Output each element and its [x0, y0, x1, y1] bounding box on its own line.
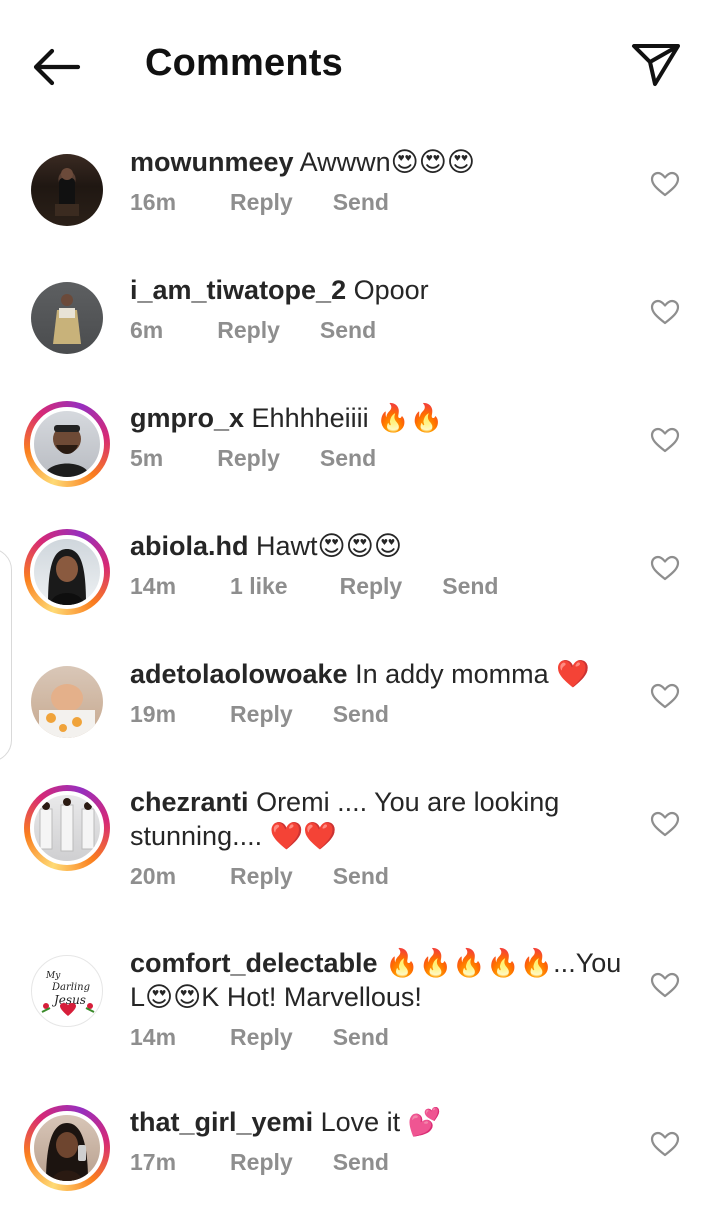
comment-username[interactable]: i_am_tiwatope_2 [130, 275, 346, 305]
heart-outline-icon [650, 811, 680, 837]
comment-item: My Darling Jesus comfort_delectable 🔥🔥🔥🔥🔥.… [0, 946, 720, 1096]
comment-time: 17m [130, 1149, 177, 1175]
reply-button[interactable]: Reply [230, 189, 293, 216]
avatar[interactable] [24, 529, 110, 615]
heart-outline-icon [650, 1131, 680, 1157]
header: Comments [0, 0, 720, 130]
heart-outline-icon [650, 427, 680, 453]
like-button[interactable] [650, 427, 680, 453]
svg-text:Darling: Darling [51, 982, 90, 993]
avatar[interactable]: My Darling Jesus [24, 948, 110, 1034]
send-button[interactable]: Send [333, 701, 389, 728]
comments-screen: Comments mowunmeey Awwwn😍😍😍 16m Reply Se… [0, 0, 720, 1210]
avatar[interactable] [24, 1105, 110, 1191]
like-button[interactable] [650, 1131, 680, 1157]
comment-item: adetolaolowoake In addy momma ❤️ 19m Rep… [0, 657, 720, 777]
comment-time: 19m [130, 701, 177, 727]
page-title: Comments [145, 42, 343, 84]
send-button[interactable]: Send [320, 445, 376, 472]
comment-item: i_am_tiwatope_2 Opoor 6m Reply Send [0, 273, 720, 393]
like-button[interactable] [650, 811, 680, 837]
reply-button[interactable]: Reply [217, 317, 280, 344]
send-button[interactable]: Send [333, 1149, 389, 1176]
comment-time: 16m [130, 189, 177, 215]
comment-time: 20m [130, 863, 177, 889]
like-button[interactable] [650, 171, 680, 197]
avatar[interactable] [24, 659, 110, 745]
reply-button[interactable]: Reply [230, 1024, 293, 1051]
reply-button[interactable]: Reply [217, 445, 280, 472]
comment-text: Ehhhheiiii 🔥🔥 [251, 403, 444, 433]
comment-item: abiola.hd Hawt😍😍😍 14m 1 like Reply Send [0, 529, 720, 649]
comment-time: 14m [130, 573, 177, 599]
comment-item: gmpro_x Ehhhheiiii 🔥🔥 5m Reply Send [0, 401, 720, 521]
comment-time: 14m [130, 1024, 177, 1050]
heart-outline-icon [650, 171, 680, 197]
avatar[interactable] [24, 401, 110, 487]
heart-outline-icon [650, 683, 680, 709]
back-button[interactable] [28, 44, 84, 90]
comment-item: that_girl_yemi Love it 💕 17m Reply Send [0, 1105, 720, 1210]
comment-username[interactable]: gmpro_x [130, 403, 244, 433]
send-button[interactable]: Send [333, 189, 389, 216]
comment-text: In addy momma ❤️ [355, 659, 590, 689]
send-button[interactable]: Send [442, 573, 498, 600]
send-button[interactable]: Send [333, 863, 389, 890]
comment-item: chezranti Oremi .... You are looking stu… [0, 785, 720, 935]
comment-username[interactable]: comfort_delectable [130, 948, 378, 978]
heart-outline-icon [650, 972, 680, 998]
reply-button[interactable]: Reply [230, 863, 293, 890]
comment-time: 5m [130, 445, 164, 471]
avatar[interactable] [24, 147, 110, 233]
send-button[interactable]: Send [320, 317, 376, 344]
like-button[interactable] [650, 683, 680, 709]
comment-username[interactable]: abiola.hd [130, 531, 249, 561]
reply-button[interactable]: Reply [230, 701, 293, 728]
comment-text: Hawt😍😍😍 [256, 531, 402, 561]
comment-time: 6m [130, 317, 164, 343]
comment-item: mowunmeey Awwwn😍😍😍 16m Reply Send [0, 145, 720, 265]
send-button[interactable]: Send [333, 1024, 389, 1051]
comment-username[interactable]: chezranti [130, 787, 249, 817]
comment-text: Love it 💕 [320, 1107, 442, 1137]
like-button[interactable] [650, 299, 680, 325]
comment-username[interactable]: adetolaolowoake [130, 659, 348, 689]
reply-button[interactable]: Reply [340, 573, 403, 600]
paper-plane-icon [632, 44, 680, 86]
avatar[interactable] [24, 275, 110, 361]
arrow-left-icon [33, 48, 81, 86]
heart-outline-icon [650, 299, 680, 325]
share-button[interactable] [628, 40, 684, 90]
like-button[interactable] [650, 555, 680, 581]
comment-username[interactable]: that_girl_yemi [130, 1107, 313, 1137]
heart-outline-icon [650, 555, 680, 581]
svg-text:My: My [45, 971, 61, 981]
comment-username[interactable]: mowunmeey [130, 147, 294, 177]
likes-count[interactable]: 1 like [230, 573, 288, 600]
reply-button[interactable]: Reply [230, 1149, 293, 1176]
comment-text: Awwwn😍😍😍 [299, 147, 476, 177]
comment-text: Opoor [353, 275, 429, 305]
like-button[interactable] [650, 972, 680, 998]
avatar[interactable] [24, 785, 110, 871]
